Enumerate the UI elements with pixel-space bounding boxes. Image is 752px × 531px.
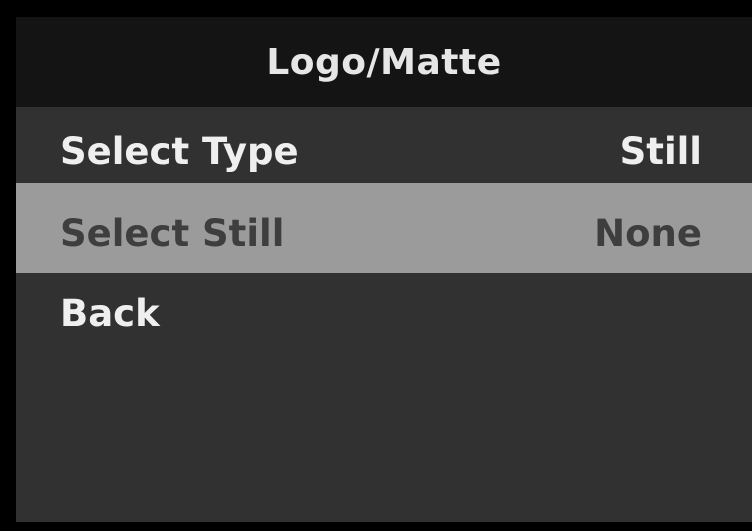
menu-item-value: None [594,211,702,255]
menu-title: Logo/Matte [266,41,502,83]
menu-item-value: Still [619,129,702,173]
menu-item-label: Select Still [60,211,285,255]
menu-screen: Logo/Matte Select Type Still Select Stil… [16,17,752,522]
title-bar: Logo/Matte [16,17,752,107]
menu-item-select-still[interactable]: Select Still None [16,183,752,283]
menu-item-select-type[interactable]: Select Type Still [16,111,752,191]
menu-item-label: Select Type [60,129,299,173]
menu-item-label: Back [60,291,160,335]
device-frame: Logo/Matte Select Type Still Select Stil… [0,0,752,531]
menu-item-back[interactable]: Back [16,273,752,353]
